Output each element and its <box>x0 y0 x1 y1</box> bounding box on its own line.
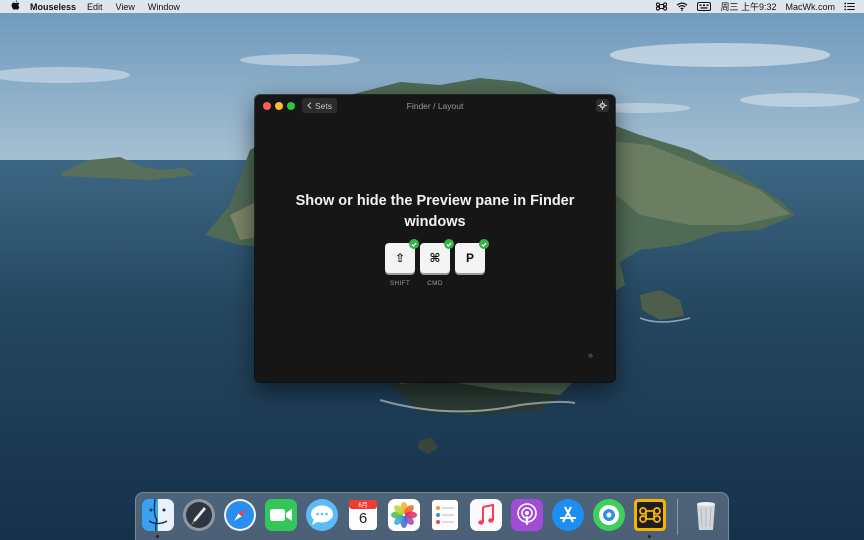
menu-app-name[interactable]: Mouseless <box>30 2 76 12</box>
command-key-icon: ⌘ <box>429 251 441 265</box>
dock-photos-icon[interactable] <box>387 498 421 532</box>
list-icon[interactable] <box>844 2 855 11</box>
dock-podcasts-icon[interactable] <box>510 498 544 532</box>
menu-edit[interactable]: Edit <box>87 2 103 12</box>
window-title: Finder / Layout <box>406 101 464 111</box>
menu-bar: Mouseless Edit View Window 周三 上午9:32 Mac… <box>0 0 864 13</box>
calendar-month: 6月 <box>358 503 368 509</box>
wifi-icon[interactable] <box>676 2 688 11</box>
dock-finder-icon[interactable] <box>141 498 175 532</box>
keyboard-input-icon[interactable] <box>697 2 712 11</box>
key-shift-label: SHIFT <box>389 280 411 287</box>
dock-reminders-icon[interactable] <box>428 498 462 532</box>
key-p: P <box>455 239 489 273</box>
key-shift: ⇧ <box>385 239 419 273</box>
shortcut-description: Show or hide the Preview pane in Finder … <box>295 193 575 230</box>
dock-music-icon[interactable] <box>469 498 503 532</box>
gear-icon <box>598 97 607 115</box>
next-shortcut-button[interactable]: » <box>588 350 593 360</box>
shift-icon: ⇧ <box>394 251 406 265</box>
mouseless-window: Sets Finder / Layout Show or hide the Pr… <box>255 95 615 382</box>
menu-window[interactable]: Window <box>148 2 180 12</box>
apple-logo-icon[interactable] <box>0 0 30 13</box>
key-cmd: ⌘ <box>420 239 454 273</box>
dock-separator <box>677 499 678 535</box>
checkmark-icon <box>444 239 454 249</box>
checkmark-icon <box>409 239 419 249</box>
title-bar[interactable]: Sets Finder / Layout <box>255 95 615 117</box>
shortcut-keys: ⇧ SHIFT ⌘ CMD P <box>385 239 495 293</box>
checkmark-icon <box>479 239 489 249</box>
dock-calendar-icon[interactable]: 6月 6 <box>346 498 380 532</box>
settings-button[interactable] <box>596 99 609 112</box>
dock-app-store-icon[interactable] <box>551 498 585 532</box>
dock: 6月 6 <box>135 492 729 540</box>
key-p-glyph: P <box>465 251 474 265</box>
key-cmd-label: CMD <box>427 280 443 287</box>
calendar-day: 6 <box>358 510 368 527</box>
dock-launchpad-icon[interactable] <box>182 498 216 532</box>
dock-safari-icon[interactable] <box>223 498 257 532</box>
menubar-site-label: MacWk.com <box>785 1 836 12</box>
dock-trash-icon[interactable] <box>689 498 723 532</box>
running-indicator <box>648 535 651 538</box>
menubar-clock[interactable]: 周三 上午9:32 <box>720 0 776 13</box>
dock-messages-icon[interactable] <box>305 498 339 532</box>
running-indicator <box>156 535 159 538</box>
command-icon[interactable] <box>656 1 668 12</box>
dock-find-my-icon[interactable] <box>592 498 626 532</box>
menu-view[interactable]: View <box>116 2 135 12</box>
dock-facetime-icon[interactable] <box>264 498 298 532</box>
dock-mouseless-icon[interactable] <box>633 498 667 532</box>
